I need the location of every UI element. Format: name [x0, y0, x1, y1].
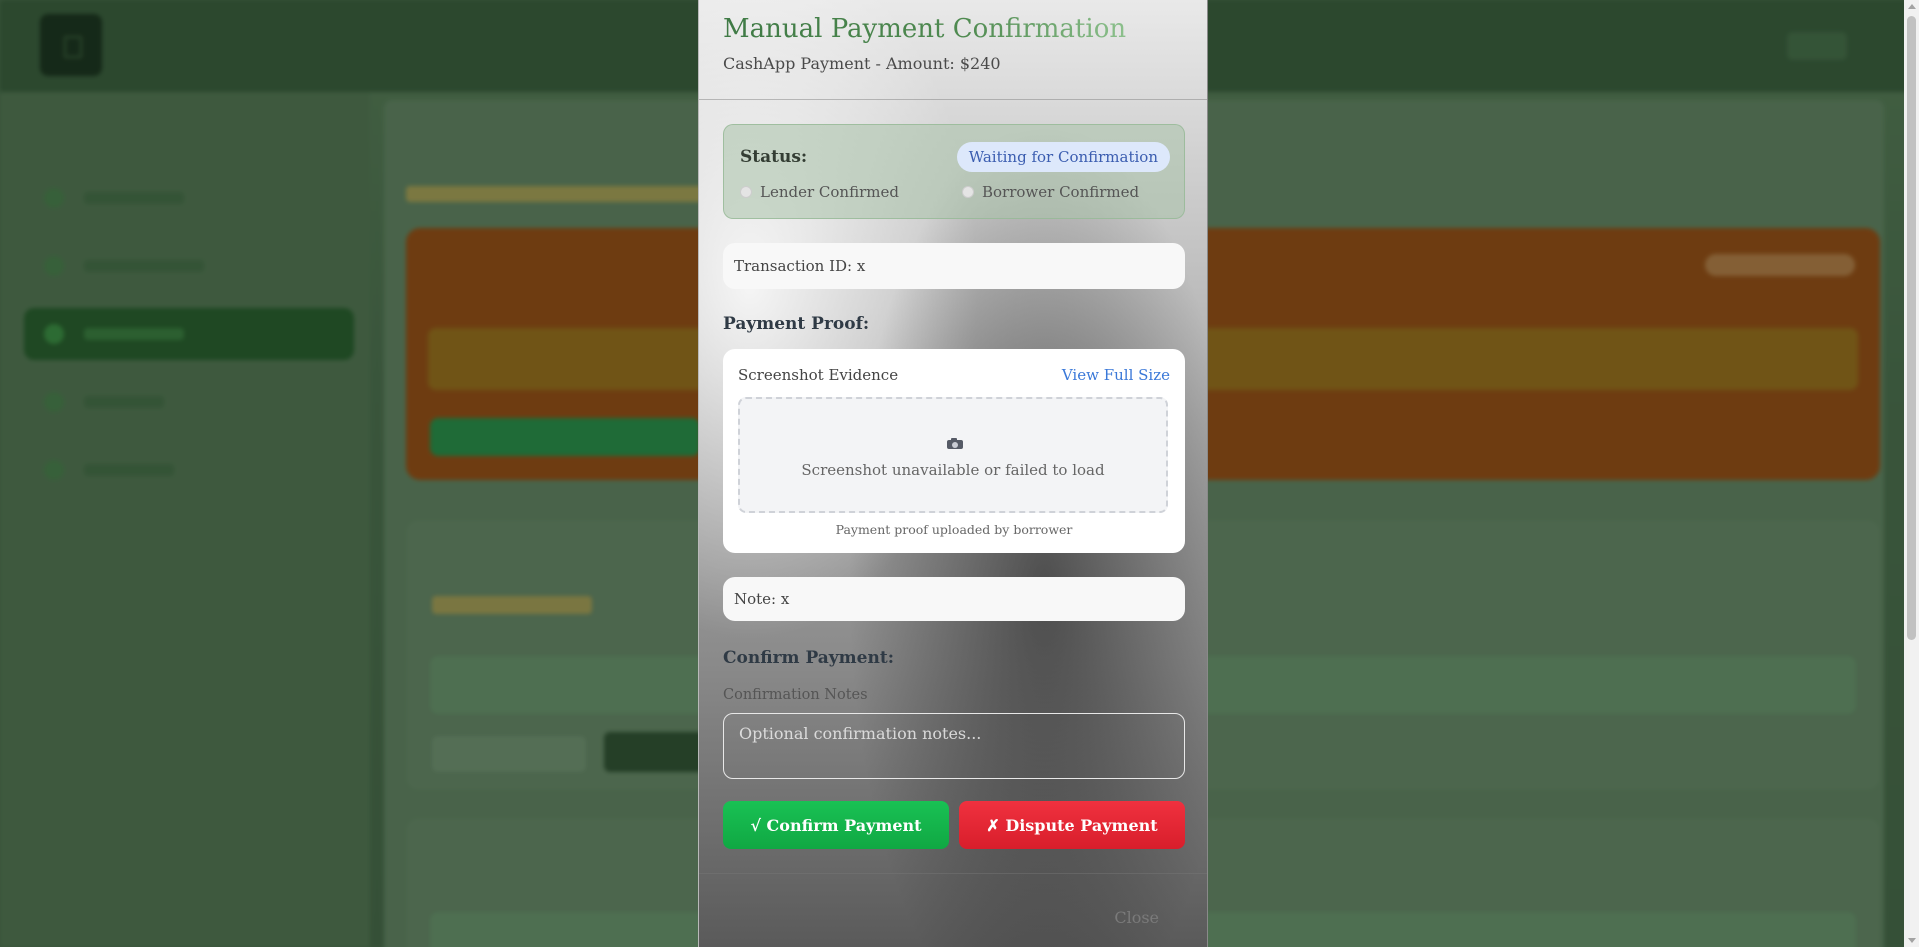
confirm-payment-heading: Confirm Payment:: [723, 648, 894, 668]
close-button[interactable]: Close: [1114, 908, 1159, 927]
payment-confirmation-modal: Manual Payment Confirmation CashApp Paym…: [698, 0, 1208, 947]
lender-confirmed-dot-icon: [740, 186, 752, 198]
scroll-up-icon[interactable]: [1908, 4, 1916, 9]
status-label: Status:: [740, 147, 808, 167]
screenshot-placeholder: Screenshot unavailable or failed to load: [738, 397, 1168, 513]
modal-header: Manual Payment Confirmation CashApp Paym…: [699, 0, 1207, 100]
view-full-size-link[interactable]: View Full Size: [1062, 366, 1170, 384]
modal-footer-divider: [699, 873, 1207, 874]
status-badge: Waiting for Confirmation: [956, 142, 1170, 172]
borrower-confirmed-label: Borrower Confirmed: [982, 183, 1140, 201]
payment-proof-card: Screenshot Evidence View Full Size Scree…: [723, 349, 1185, 553]
proof-caption: Payment proof uploaded by borrower: [835, 522, 1073, 537]
borrower-confirmed-dot-icon: [962, 186, 974, 198]
lender-confirmed-indicator: Lender Confirmed: [740, 183, 899, 201]
transaction-id: Transaction ID: x: [723, 243, 1185, 289]
screenshot-evidence-title: Screenshot Evidence: [738, 366, 899, 384]
camera-icon: [947, 437, 963, 449]
dispute-payment-button[interactable]: ✗ Dispute Payment: [959, 801, 1185, 849]
scrollbar-thumb[interactable]: [1907, 16, 1916, 640]
screenshot-unavailable-text: Screenshot unavailable or failed to load: [801, 461, 1105, 479]
modal-subtitle: CashApp Payment - Amount: $240: [723, 54, 1001, 73]
status-panel: Status: Waiting for Confirmation Lender …: [723, 124, 1185, 219]
modal-title: Manual Payment Confirmation: [723, 14, 1127, 44]
lender-confirmed-label: Lender Confirmed: [760, 183, 899, 201]
note-field: Note: x: [723, 577, 1185, 621]
confirmation-notes-input[interactable]: [723, 713, 1185, 779]
scroll-down-icon[interactable]: [1908, 938, 1916, 943]
borrower-confirmed-indicator: Borrower Confirmed: [962, 183, 1139, 201]
confirm-payment-button[interactable]: √ Confirm Payment: [723, 801, 949, 849]
confirmation-notes-label: Confirmation Notes: [723, 687, 868, 703]
payment-proof-heading: Payment Proof:: [723, 314, 870, 334]
page-scrollbar[interactable]: [1904, 0, 1919, 947]
